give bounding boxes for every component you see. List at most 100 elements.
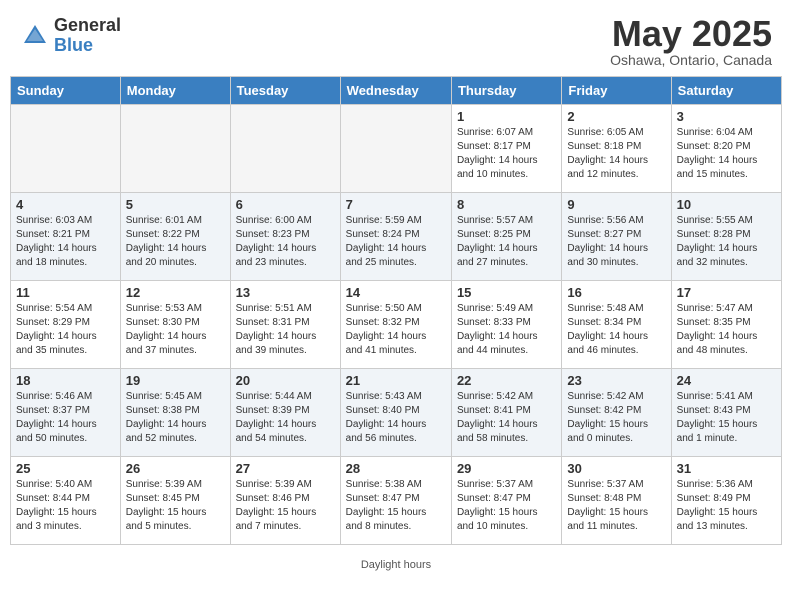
day-number: 18 [16,373,115,388]
day-number: 23 [567,373,665,388]
week-row-3: 11Sunrise: 5:54 AM Sunset: 8:29 PM Dayli… [11,281,782,369]
day-cell-15: 15Sunrise: 5:49 AM Sunset: 8:33 PM Dayli… [451,281,561,369]
day-cell-26: 26 Sunrise: 5:39 AM Sunset: 8:45 PM Dayli… [120,457,230,545]
day-number: 3 [677,109,776,124]
day-info: Sunrise: 5:57 AM Sunset: 8:25 PM Dayligh… [457,214,556,270]
day-info: Sunrise: 6:05 AM Sunset: 8:18 PM Dayligh… [567,126,665,182]
day-info: Sunrise: 5:53 AM Sunset: 8:30 PM Dayligh… [126,302,225,358]
day-number: 13 [236,285,335,300]
day-cell-10: 10Sunrise: 5:55 AM Sunset: 8:28 PM Dayli… [671,193,781,281]
day-info: Sunrise: 5:59 AM Sunset: 8:24 PM Dayligh… [346,214,446,270]
day-cell-25: 25 Sunrise: 5:40 AM Sunset: 8:44 PM Dayli… [11,457,121,545]
calendar-wrapper: SundayMondayTuesdayWednesdayThursdayFrid… [0,76,792,555]
day-header-tuesday: Tuesday [230,77,340,105]
logo-blue-text: Blue [54,36,121,56]
day-cell-8: 8 Sunrise: 5:57 AM Sunset: 8:25 PM Daylig… [451,193,561,281]
day-cell-19: 19 Sunrise: 5:45 AM Sunset: 8:38 PM Dayli… [120,369,230,457]
day-cell-27: 27 Sunrise: 5:39 AM Sunset: 8:46 PM Dayli… [230,457,340,545]
day-header-wednesday: Wednesday [340,77,451,105]
month-title: May 2025 [610,16,772,52]
day-info: Sunrise: 5:50 AM Sunset: 8:32 PM Dayligh… [346,302,446,358]
week-row-1: 1 Sunrise: 6:07 AM Sunset: 8:17 PM Daylig… [11,105,782,193]
day-info: Sunrise: 5:39 AM Sunset: 8:45 PM Dayligh… [126,478,225,534]
day-info: Sunrise: 6:03 AM Sunset: 8:21 PM Dayligh… [16,214,115,270]
day-number: 21 [346,373,446,388]
day-header-saturday: Saturday [671,77,781,105]
day-info: Sunrise: 5:40 AM Sunset: 8:44 PM Dayligh… [16,478,115,534]
day-cell-3: 3 Sunrise: 6:04 AM Sunset: 8:20 PM Daylig… [671,105,781,193]
day-number: 29 [457,461,556,476]
day-cell-29: 29 Sunrise: 5:37 AM Sunset: 8:47 PM Dayli… [451,457,561,545]
day-cell-17: 17 Sunrise: 5:47 AM Sunset: 8:35 PM Dayli… [671,281,781,369]
day-number: 4 [16,197,115,212]
day-number: 27 [236,461,335,476]
day-info: Sunrise: 6:00 AM Sunset: 8:23 PM Dayligh… [236,214,335,270]
day-number: 6 [236,197,335,212]
day-number: 24 [677,373,776,388]
day-number: 5 [126,197,225,212]
day-number: 1 [457,109,556,124]
day-info: Sunrise: 5:38 AM Sunset: 8:47 PM Dayligh… [346,478,446,534]
day-info: Sunrise: 5:47 AM Sunset: 8:35 PM Dayligh… [677,302,776,358]
day-number: 2 [567,109,665,124]
day-cell-14: 14 Sunrise: 5:50 AM Sunset: 8:32 PM Dayli… [340,281,451,369]
day-cell-24: 24Sunrise: 5:41 AM Sunset: 8:43 PM Dayli… [671,369,781,457]
day-cell-empty-03 [340,105,451,193]
week-row-2: 4 Sunrise: 6:03 AM Sunset: 8:21 PM Daylig… [11,193,782,281]
day-info: Sunrise: 5:45 AM Sunset: 8:38 PM Dayligh… [126,390,225,446]
day-info: Sunrise: 5:48 AM Sunset: 8:34 PM Dayligh… [567,302,665,358]
day-cell-11: 11Sunrise: 5:54 AM Sunset: 8:29 PM Dayli… [11,281,121,369]
day-number: 15 [457,285,556,300]
page-header: General Blue May 2025 Oshawa, Ontario, C… [0,0,792,76]
day-cell-4: 4 Sunrise: 6:03 AM Sunset: 8:21 PM Daylig… [11,193,121,281]
day-cell-empty-00 [11,105,121,193]
day-cell-7: 7Sunrise: 5:59 AM Sunset: 8:24 PM Daylig… [340,193,451,281]
day-cell-9: 9 Sunrise: 5:56 AM Sunset: 8:27 PM Daylig… [562,193,671,281]
day-cell-6: 6 Sunrise: 6:00 AM Sunset: 8:23 PM Daylig… [230,193,340,281]
day-cell-30: 30Sunrise: 5:37 AM Sunset: 8:48 PM Dayli… [562,457,671,545]
day-cell-22: 22Sunrise: 5:42 AM Sunset: 8:41 PM Dayli… [451,369,561,457]
day-cell-12: 12Sunrise: 5:53 AM Sunset: 8:30 PM Dayli… [120,281,230,369]
day-cell-empty-01 [120,105,230,193]
day-header-monday: Monday [120,77,230,105]
day-info: Sunrise: 5:37 AM Sunset: 8:47 PM Dayligh… [457,478,556,534]
day-cell-20: 20Sunrise: 5:44 AM Sunset: 8:39 PM Dayli… [230,369,340,457]
day-cell-23: 23 Sunrise: 5:42 AM Sunset: 8:42 PM Dayli… [562,369,671,457]
day-cell-21: 21Sunrise: 5:43 AM Sunset: 8:40 PM Dayli… [340,369,451,457]
logo-general-text: General [54,16,121,36]
day-info: Sunrise: 5:56 AM Sunset: 8:27 PM Dayligh… [567,214,665,270]
day-info: Sunrise: 5:36 AM Sunset: 8:49 PM Dayligh… [677,478,776,534]
day-cell-31: 31 Sunrise: 5:36 AM Sunset: 8:49 PM Dayli… [671,457,781,545]
day-header-friday: Friday [562,77,671,105]
day-header-sunday: Sunday [11,77,121,105]
day-info: Sunrise: 6:07 AM Sunset: 8:17 PM Dayligh… [457,126,556,182]
day-number: 25 [16,461,115,476]
day-cell-5: 5Sunrise: 6:01 AM Sunset: 8:22 PM Daylig… [120,193,230,281]
location: Oshawa, Ontario, Canada [610,52,772,68]
day-number: 8 [457,197,556,212]
day-info: Sunrise: 5:46 AM Sunset: 8:37 PM Dayligh… [16,390,115,446]
day-info: Sunrise: 5:37 AM Sunset: 8:48 PM Dayligh… [567,478,665,534]
day-info: Sunrise: 5:39 AM Sunset: 8:46 PM Dayligh… [236,478,335,534]
day-number: 19 [126,373,225,388]
day-cell-28: 28 Sunrise: 5:38 AM Sunset: 8:47 PM Dayli… [340,457,451,545]
logo-icon [20,21,50,51]
day-cell-13: 13 Sunrise: 5:51 AM Sunset: 8:31 PM Dayli… [230,281,340,369]
day-info: Sunrise: 6:04 AM Sunset: 8:20 PM Dayligh… [677,126,776,182]
day-number: 17 [677,285,776,300]
day-cell-empty-02 [230,105,340,193]
day-number: 26 [126,461,225,476]
day-info: Sunrise: 5:42 AM Sunset: 8:42 PM Dayligh… [567,390,665,446]
day-number: 31 [677,461,776,476]
title-block: May 2025 Oshawa, Ontario, Canada [610,16,772,68]
day-number: 14 [346,285,446,300]
day-info: Sunrise: 5:54 AM Sunset: 8:29 PM Dayligh… [16,302,115,358]
week-row-4: 18 Sunrise: 5:46 AM Sunset: 8:37 PM Dayli… [11,369,782,457]
logo: General Blue [20,16,121,56]
day-number: 28 [346,461,446,476]
day-cell-16: 16Sunrise: 5:48 AM Sunset: 8:34 PM Dayli… [562,281,671,369]
day-header-thursday: Thursday [451,77,561,105]
day-info: Sunrise: 5:44 AM Sunset: 8:39 PM Dayligh… [236,390,335,446]
day-number: 9 [567,197,665,212]
day-info: Sunrise: 5:51 AM Sunset: 8:31 PM Dayligh… [236,302,335,358]
